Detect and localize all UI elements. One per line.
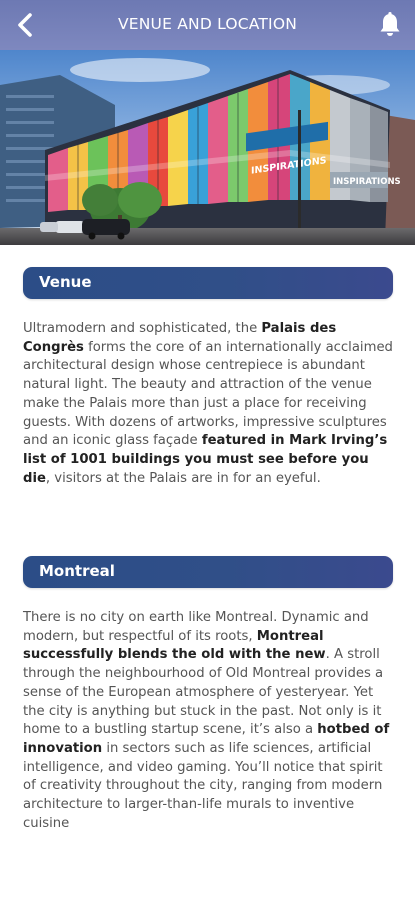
screen: VENUE AND LOCATION INSPIRATIONS INSPIRAT… [0,0,415,900]
venue-text-2: forms the core of an internationally acc… [23,339,393,449]
montreal-heading: Montreal [39,562,115,580]
montreal-section-header: Montreal [23,556,393,588]
montreal-description: There is no city on earth like Montreal.… [23,609,395,833]
venue-description: Ultramodern and sophisticated, the Palai… [23,320,395,488]
venue-text-3: , visitors at the Palais are in for an e… [45,470,321,486]
notifications-button[interactable] [375,10,405,40]
page-title: VENUE AND LOCATION [117,15,298,33]
header-bar: VENUE AND LOCATION [0,0,415,50]
venue-photo: INSPIRATIONS INSPIRATIONS [0,50,415,245]
venue-photo-illustration: INSPIRATIONS INSPIRATIONS [0,50,415,245]
venue-heading: Venue [39,273,92,291]
venue-section-header: Venue [23,267,393,299]
bell-icon [380,12,400,36]
venue-text-1: Ultramodern and sophisticated, the [23,321,262,336]
sign-inspirations-2: INSPIRATIONS [333,177,401,187]
